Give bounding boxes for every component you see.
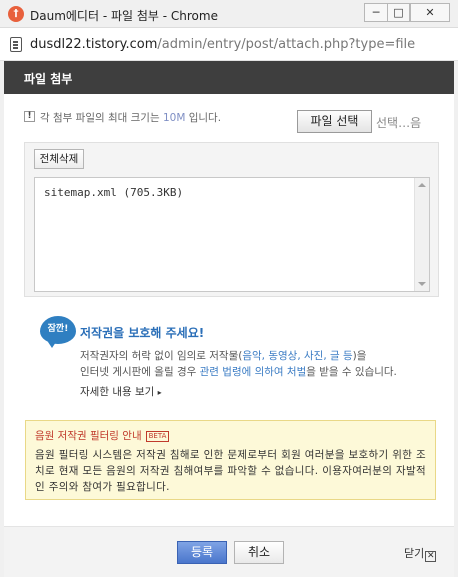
window-titlebar: † Daum에디터 - 파일 첨부 - Chrome ─ □ ✕ (0, 0, 458, 28)
view-details-label[interactable]: 자세한 내용 보기 (80, 386, 154, 398)
copyright-line-1-end: )을 (352, 350, 367, 362)
close-dialog-link[interactable]: 닫기 ✕ (404, 545, 437, 562)
window-title: Daum에디터 - 파일 첨부 - Chrome (30, 9, 218, 23)
copyright-line-1-text: 저작권자의 허락 없이 임의로 저작물( (80, 350, 243, 362)
music-filter-title-row: 음원 저작권 필터링 안내 BETA (35, 428, 426, 443)
music-filter-title: 음원 저작권 필터링 안내 (35, 430, 142, 442)
copyright-law-link[interactable]: 관련 법령에 의하여 처벌 (200, 366, 307, 378)
file-select-button[interactable]: 파일 선택 (297, 110, 372, 133)
file-select-status: 선택…음 (376, 116, 422, 130)
copyright-line-2: 인터넷 게시판에 올릴 경우 관련 법령에 의하여 처벌을 받을 수 있습니다. (80, 364, 397, 380)
max-size-value: 10M (162, 112, 186, 124)
view-details-link[interactable]: 자세한 내용 보기 ▸ (80, 384, 162, 399)
copyright-body: 저작권자의 허락 없이 임의로 저작물(음악, 동영상, 사진, 글 등)을 인… (80, 348, 397, 380)
cancel-button[interactable]: 취소 (234, 541, 284, 564)
scroll-down-arrow-icon[interactable] (418, 282, 426, 286)
page-info-icon[interactable] (10, 37, 22, 52)
window-border-right (454, 61, 458, 577)
file-list[interactable]: sitemap.xml (705.3KB) (34, 177, 430, 292)
copyright-notice: 잠깐! 저작권을 보호해 주세요! 저작권자의 허락 없이 임의로 저작물(음악… (40, 316, 420, 399)
music-filter-notice: 음원 저작권 필터링 안내 BETA 음원 필터링 시스템은 저작권 침해로 인한… (25, 420, 436, 500)
attached-files-panel: 전체삭제 sitemap.xml (705.3KB) (24, 142, 439, 297)
arrow-right-icon: ▸ (157, 388, 162, 397)
file-list-scrollbar[interactable] (414, 178, 429, 291)
copyright-line-1: 저작권자의 허락 없이 임의로 저작물(음악, 동영상, 사진, 글 등)을 (80, 348, 397, 364)
music-filter-body: 음원 필터링 시스템은 저작권 침해로 인한 문제로부터 회원 여러분을 보호하… (35, 449, 426, 493)
copyright-works-link[interactable]: 음악, 동영상, 사진, 글 등 (242, 350, 352, 362)
copyright-line-2-end: 을 받을 수 있습니다. (306, 366, 397, 378)
dialog-footer: 등록 취소 닫기 ✕ (4, 526, 454, 577)
file-list-item[interactable]: sitemap.xml (705.3KB) (44, 186, 183, 199)
dialog-content: ! 각 첨부 파일의 최대 크기는 10M 입니다. 파일 선택 선택…음 전체… (4, 94, 454, 526)
speech-bubble-icon: 잠깐! (40, 316, 76, 348)
register-button[interactable]: 등록 (177, 541, 227, 564)
copyright-title: 저작권을 보호해 주세요! (80, 326, 205, 340)
max-size-text: 각 첨부 파일의 최대 크기는 10M 입니다. (40, 110, 221, 125)
dialog-header: 파일 첨부 (4, 61, 454, 94)
delete-all-button[interactable]: 전체삭제 (34, 149, 84, 169)
close-window-button[interactable]: ✕ (410, 3, 450, 22)
address-bar[interactable]: dusdl22.tistory.com/admin/entry/post/att… (0, 28, 458, 61)
maximize-button[interactable]: □ (387, 3, 410, 22)
dialog-title: 파일 첨부 (24, 72, 73, 86)
beta-badge: BETA (145, 431, 170, 442)
url-text[interactable]: dusdl22.tistory.com/admin/entry/post/att… (30, 37, 415, 52)
minimize-button[interactable]: ─ (364, 3, 388, 22)
max-size-text-after: 입니다. (185, 112, 222, 124)
max-size-text-before: 각 첨부 파일의 최대 크기는 (40, 112, 163, 124)
scroll-up-arrow-icon[interactable] (418, 183, 426, 187)
copyright-line-2-text: 인터넷 게시판에 올릴 경우 (80, 366, 200, 378)
daum-logo-icon: † (8, 6, 24, 22)
url-domain: dusdl22.tistory.com (30, 37, 158, 52)
close-icon[interactable]: ✕ (425, 551, 437, 562)
close-dialog-label[interactable]: 닫기 (404, 547, 424, 560)
info-icon: ! (24, 111, 35, 122)
url-path: /admin/entry/post/attach.php?type=file (157, 37, 416, 52)
